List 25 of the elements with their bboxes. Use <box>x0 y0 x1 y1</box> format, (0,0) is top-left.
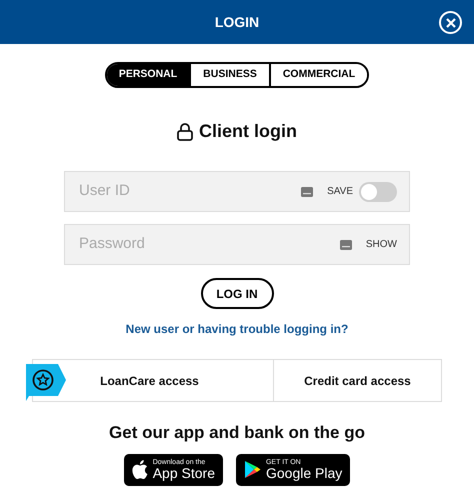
save-label: SAVE <box>327 185 353 199</box>
password-field[interactable]: Password SHOW <box>64 224 410 265</box>
star-badge-icon <box>26 364 66 401</box>
apple-icon <box>132 460 148 479</box>
login-button[interactable]: LOG IN <box>200 278 274 309</box>
user-id-field[interactable]: User ID SAVE <box>64 171 410 212</box>
segment-tab[interactable]: COMMERCIAL <box>268 64 368 86</box>
access-link[interactable]: LoanCare access <box>66 360 273 401</box>
text-input[interactable]: Password <box>79 233 340 256</box>
play-icon <box>244 460 261 479</box>
save-toggle[interactable] <box>359 182 397 202</box>
keyboard-icon[interactable] <box>301 186 314 196</box>
segment-tab[interactable]: PERSONAL <box>106 64 190 86</box>
close-icon[interactable] <box>439 11 462 34</box>
help-link[interactable]: New user or having trouble logging in? <box>126 320 348 338</box>
client-login-heading: Client login <box>199 120 297 143</box>
app-heading: Get our app and bank on the go <box>109 422 365 444</box>
lock-icon <box>177 122 193 140</box>
keyboard-icon[interactable] <box>340 240 352 250</box>
store-name: App Store <box>152 466 215 480</box>
text-input[interactable]: User ID <box>79 180 302 203</box>
access-link[interactable]: Credit card access <box>273 360 441 401</box>
header-title: LOGIN <box>214 12 260 32</box>
show-password-button[interactable]: SHOW <box>366 237 397 252</box>
store-name: Google Play <box>266 466 342 480</box>
